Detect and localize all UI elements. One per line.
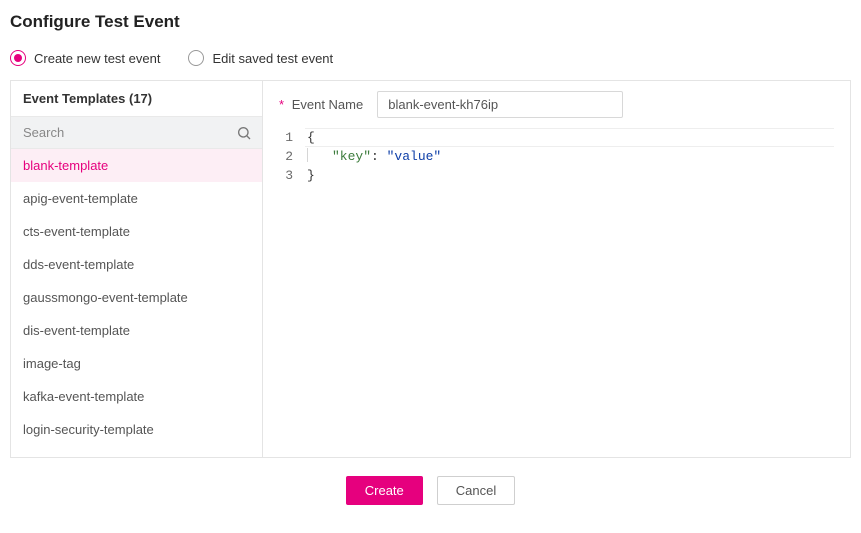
event-name-input[interactable] [377,91,623,118]
list-item[interactable]: login-security-template [11,413,262,446]
editor-code-area[interactable]: { "key": "value" } [307,128,834,185]
dialog-footer: Create Cancel [10,476,851,505]
templates-count: 17 [133,91,147,106]
event-name-label: Event Name [292,97,364,112]
templates-header-label: Event Templates [23,91,125,106]
indent-guide-icon [307,148,308,162]
template-search [11,116,262,149]
code-brace-close: } [307,168,315,183]
required-star-icon: * [279,97,284,112]
create-button[interactable]: Create [346,476,423,505]
radio-edit-saved[interactable]: Edit saved test event [188,50,333,66]
radio-indicator-unselected [188,50,204,66]
list-item[interactable]: gaussmongo-event-template [11,281,262,314]
template-list[interactable]: blank-templateapig-event-templatects-eve… [11,149,262,457]
code-colon: : [371,149,387,164]
page-title: Configure Test Event [10,12,851,32]
list-item[interactable]: blank-template [11,149,262,182]
templates-header: Event Templates (17) [11,81,262,116]
list-item[interactable]: kafka-event-template [11,380,262,413]
radio-indicator-selected [10,50,26,66]
search-input[interactable] [11,117,262,148]
cancel-button[interactable]: Cancel [437,476,515,505]
list-item[interactable]: apig-event-template [11,182,262,215]
list-item[interactable]: cts-event-template [11,215,262,248]
radio-create-label: Create new test event [34,51,160,66]
list-item[interactable]: image-tag [11,347,262,380]
editor-gutter: 123 [279,128,307,185]
event-name-label-wrap: * Event Name [279,97,363,112]
code-key: "key" [332,149,371,164]
radio-create-new[interactable]: Create new test event [10,50,160,66]
code-value: "value" [387,149,442,164]
editor-panel: * Event Name 123 { "key": "value" [263,81,850,457]
code-brace-open: { [307,130,315,145]
radio-edit-label: Edit saved test event [212,51,333,66]
mode-radio-group: Create new test event Edit saved test ev… [10,50,851,66]
list-item[interactable]: dds-event-template [11,248,262,281]
templates-panel: Event Templates (17) blank-templateapig-… [11,81,263,457]
event-name-row: * Event Name [279,91,834,118]
search-icon [236,125,252,141]
list-item[interactable]: dis-event-template [11,314,262,347]
content-pane: Event Templates (17) blank-templateapig-… [10,80,851,458]
list-item[interactable]: lts-event-template [11,446,262,457]
code-editor[interactable]: 123 { "key": "value" } [279,128,834,185]
